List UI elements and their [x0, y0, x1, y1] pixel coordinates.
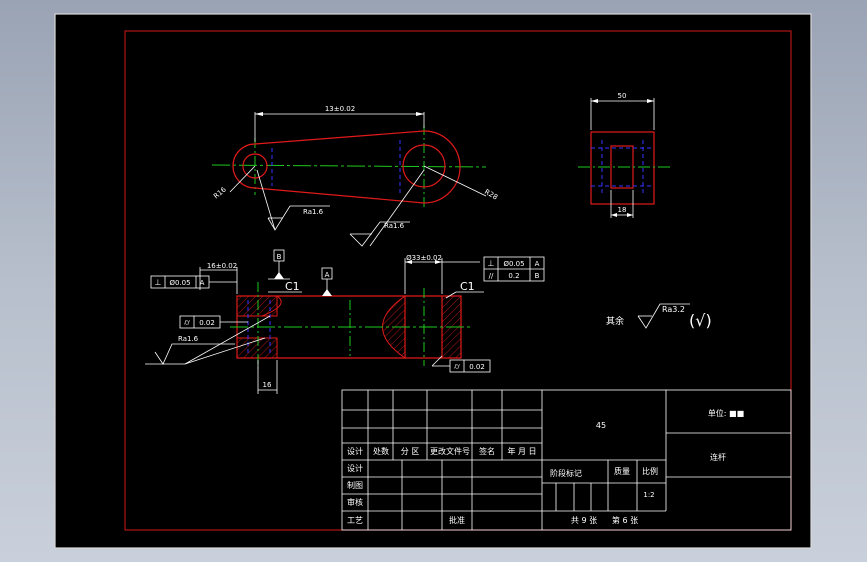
roughness-left-label: Ra1.6 — [303, 208, 324, 216]
general-roughness-check: (√) — [689, 311, 712, 330]
dim-offset-label: 16±0.02 — [207, 262, 237, 270]
datum-b-label: B — [277, 253, 282, 261]
chamfer-right-label: C1 — [460, 280, 475, 293]
tb-header-date: 年 月 日 — [507, 446, 536, 456]
fcf-left-value: Ø0.05 — [169, 279, 190, 287]
cyl-left-symbol: ⌭ — [184, 318, 190, 327]
tb-stage-label: 阶段标记 — [550, 468, 582, 478]
tb-sheets: 共 9 张 — [571, 516, 597, 525]
tb-material: 45 — [596, 421, 606, 430]
tb-label-review: 审核 — [347, 497, 363, 507]
tb-part-name: 连杆 — [710, 452, 726, 462]
cad-drawing-viewport: 13±0.02 R16 R28 Ra1.6 Ra1.6 50 18 16±0.0… — [54, 13, 812, 549]
drawing-background — [54, 13, 812, 549]
fcf-right-value: Ø0.05 — [503, 260, 524, 268]
dim-bottom-label: 16 — [263, 381, 272, 389]
tb-sheet-no: 第 6 张 — [612, 515, 638, 525]
tb-label-approve: 批准 — [449, 515, 465, 525]
dim-bore-label: Ø33±0.02 — [406, 254, 442, 262]
fcf-parallel-datum: B — [535, 272, 540, 280]
tb-header-zone: 分 区 — [401, 447, 420, 456]
general-roughness-value: Ra3.2 — [662, 305, 685, 314]
tb-unit-label: 单位: ■■ — [708, 408, 744, 418]
fcf-parallel-value: 0.2 — [508, 272, 519, 280]
chamfer-left-label: C1 — [285, 280, 300, 293]
cyl-left-value: 0.02 — [199, 319, 215, 327]
tb-scale-label: 比例 — [642, 466, 658, 476]
tb-label-draw: 制图 — [347, 480, 363, 490]
tb-label-design: 设计 — [347, 463, 363, 473]
fcf-right-symbol: ⊥ — [488, 259, 495, 268]
fcf-right: ⊥ Ø0.05 A // 0.2 B — [483, 256, 545, 282]
tb-header-design: 设计 — [347, 446, 363, 456]
fcf-left-symbol: ⊥ — [155, 278, 162, 287]
roughness-right-label: Ra1.6 — [384, 222, 405, 230]
tb-weight-label: 质量 — [614, 466, 630, 476]
tb-header-sign: 签名 — [479, 446, 495, 456]
front-roughness-label: Ra1.6 — [178, 335, 199, 343]
cyl-bottom-symbol: ⌭ — [454, 362, 460, 371]
cyl-bottom-value: 0.02 — [469, 363, 485, 371]
tb-header-change-doc: 更改文件号 — [430, 446, 470, 456]
datum-a-label: A — [325, 271, 330, 279]
dim-length-label: 13±0.02 — [325, 105, 355, 113]
fcf-right-datum: A — [535, 260, 540, 268]
fcf-parallel-symbol: // — [489, 272, 494, 280]
general-roughness-label: 其余 — [606, 315, 624, 327]
fcf-left-datum: A — [200, 279, 205, 287]
tb-header-count: 处数 — [373, 446, 389, 456]
tb-label-process: 工艺 — [347, 516, 363, 525]
tb-scale-value: 1:2 — [643, 491, 654, 499]
dim-slot-label: 18 — [618, 206, 627, 214]
dim-width-label: 50 — [618, 92, 627, 100]
left-boss-section-top — [236, 295, 278, 317]
